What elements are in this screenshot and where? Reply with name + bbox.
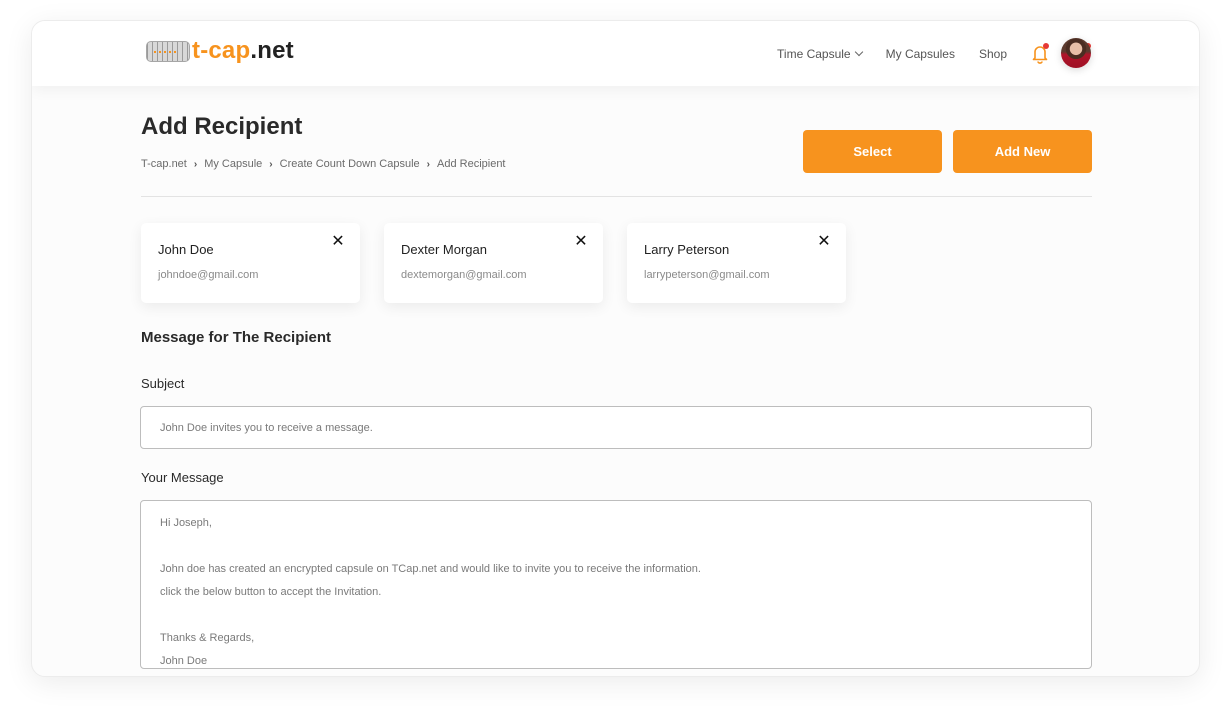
message-section-title: Message for The Recipient xyxy=(141,329,332,346)
recipient-email: larrypeterson@gmail.com xyxy=(644,269,770,281)
recipient-card: Dexter Morgan dextemorgan@gmail.com ✕ xyxy=(384,223,603,303)
message-line xyxy=(160,535,1072,558)
time-capsule-cylinder-icon xyxy=(146,40,190,62)
subject-input[interactable] xyxy=(140,406,1092,449)
nav-time-capsule-label: Time Capsule xyxy=(777,46,851,61)
recipient-list: John Doe johndoe@gmail.com ✕ Dexter Morg… xyxy=(141,223,870,303)
logo-text-accent: t-cap xyxy=(192,37,251,64)
message-line: John Doe xyxy=(160,655,208,667)
notification-badge xyxy=(1043,42,1049,49)
breadcrumb-create-capsule[interactable]: Create Count Down Capsule xyxy=(280,158,420,170)
chevron-right-icon: › xyxy=(269,158,273,170)
breadcrumb: T-cap.net › My Capsule › Create Count Do… xyxy=(141,158,506,170)
divider xyxy=(141,196,1092,197)
chevron-down-icon xyxy=(854,47,863,56)
recipient-email: johndoe@gmail.com xyxy=(158,269,259,281)
recipient-card: John Doe johndoe@gmail.com ✕ xyxy=(141,223,360,303)
notifications-button[interactable] xyxy=(1031,42,1049,65)
nav-my-capsules-label: My Capsules xyxy=(885,46,955,61)
user-avatar[interactable] xyxy=(1061,38,1091,68)
select-button[interactable]: Select xyxy=(803,130,942,173)
nav-shop-label: Shop xyxy=(978,46,1007,61)
breadcrumb-home[interactable]: T-cap.net xyxy=(141,158,187,170)
message-line: click the below button to accept the Inv… xyxy=(160,586,382,598)
site-logo[interactable]: t-cap.net xyxy=(146,37,294,65)
nav-my-capsules[interactable]: My Capsules xyxy=(886,47,955,61)
message-line xyxy=(160,604,1072,627)
message-label: Your Message xyxy=(141,470,224,485)
chevron-right-icon: › xyxy=(426,158,430,170)
breadcrumb-current: Add Recipient xyxy=(437,158,506,170)
message-line: Hi Joseph, xyxy=(160,517,212,529)
page-title: Add Recipient xyxy=(141,113,303,140)
close-icon[interactable]: ✕ xyxy=(330,234,346,250)
main-nav: Time Capsule My Capsules Shop xyxy=(777,21,1091,86)
message-line: John doe has created an encrypted capsul… xyxy=(160,563,701,575)
add-new-button[interactable]: Add New xyxy=(953,130,1092,173)
subject-label: Subject xyxy=(141,376,185,391)
chevron-right-icon: › xyxy=(193,158,198,170)
recipient-email: dextemorgan@gmail.com xyxy=(401,269,527,281)
top-navigation-bar: t-cap.net Time Capsule My Capsules Shop xyxy=(32,21,1199,86)
breadcrumb-my-capsule[interactable]: My Capsule xyxy=(204,158,262,170)
message-textarea[interactable]: Hi Joseph, John doe has created an encry… xyxy=(140,500,1092,669)
logo-text-rest: .net xyxy=(250,37,294,64)
close-icon[interactable]: ✕ xyxy=(573,234,589,250)
close-icon[interactable]: ✕ xyxy=(816,234,832,250)
recipient-card: Larry Peterson larrypeterson@gmail.com ✕ xyxy=(627,223,846,303)
logo-text: t-cap.net xyxy=(192,37,294,65)
nav-shop[interactable]: Shop xyxy=(979,47,1007,61)
message-line: Thanks & Regards, xyxy=(160,632,255,644)
app-window: t-cap.net Time Capsule My Capsules Shop xyxy=(31,20,1200,677)
nav-time-capsule[interactable]: Time Capsule xyxy=(777,46,863,61)
